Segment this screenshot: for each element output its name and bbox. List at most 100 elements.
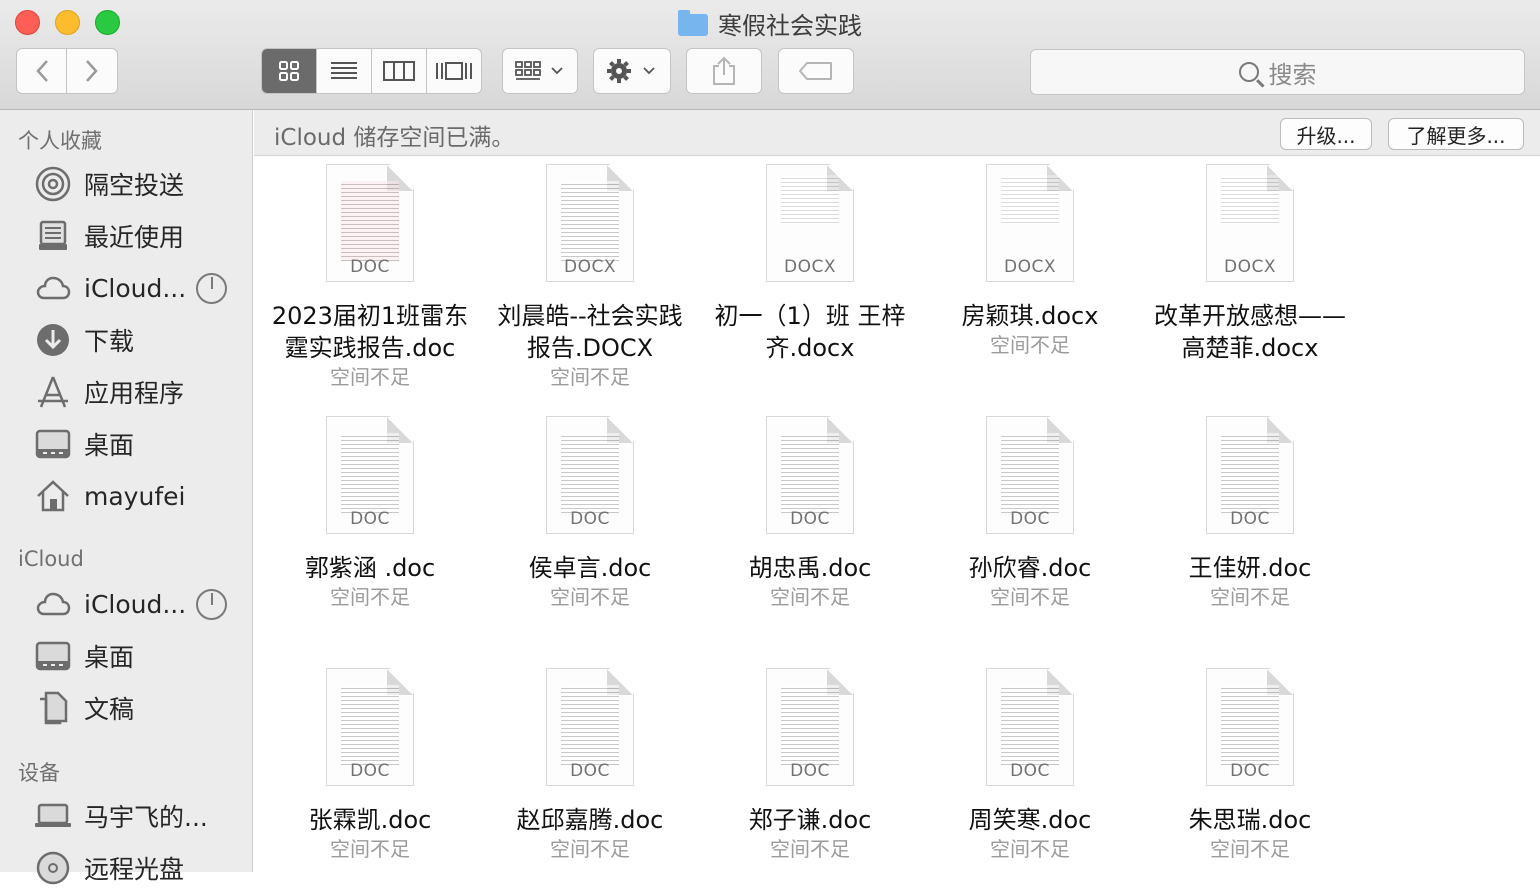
file-status: 空间不足 [330, 585, 410, 609]
documents-icon [34, 691, 72, 725]
file-name: 郑子谦.doc [748, 806, 872, 834]
docx-file-icon: DOCX [986, 164, 1074, 282]
doc-file-icon: DOC [986, 668, 1074, 786]
window-title: 寒假社会实践 [0, 6, 1540, 41]
list-view-button[interactable] [317, 49, 372, 93]
docx-file-icon: DOCX [1206, 164, 1294, 282]
arrange-dropdown[interactable] [502, 48, 578, 94]
file-type-label: DOC [790, 761, 830, 781]
laptop-icon [34, 800, 72, 832]
folder-icon [678, 10, 708, 36]
upgrade-button[interactable]: 升级... [1280, 118, 1372, 150]
file-status: 空间不足 [990, 837, 1070, 861]
file-name: 张霖凯.doc [308, 806, 432, 834]
file-item[interactable]: DOC 郑子谦.doc 空间不足 [700, 668, 920, 862]
file-type-label: DOC [1230, 509, 1270, 529]
sidebar-item-label: iCloud... [84, 273, 187, 303]
window-title-text: 寒假社会实践 [718, 12, 862, 40]
file-status: 空间不足 [1210, 837, 1290, 861]
file-item[interactable]: DOC 赵邱嘉腾.doc 空间不足 [480, 668, 700, 862]
sidebar-item-label: mayufei [84, 481, 186, 511]
tags-button[interactable] [778, 48, 854, 94]
file-name: 侯卓言.doc [528, 554, 652, 582]
file-item[interactable]: DOCX 改革开放感想—— 高楚菲.docx [1140, 164, 1360, 364]
search-placeholder: 搜索 [1268, 60, 1317, 89]
file-name: 房颖琪.docx [920, 300, 1140, 332]
sidebar-item-label: 隔空投送 [84, 171, 185, 200]
recents-icon [34, 220, 72, 252]
sidebar-item-label: 文稿 [84, 695, 135, 724]
grid-icon [279, 61, 299, 81]
file-item[interactable]: DOCX 刘晨皓--社会实践 报告.DOCX 空间不足 [480, 164, 700, 390]
file-item[interactable]: DOC 王佳妍.doc 空间不足 [1140, 416, 1360, 610]
icloud-icon [34, 272, 72, 304]
sidebar-item-macbook[interactable]: 马宇飞的... [34, 796, 244, 836]
file-type-label: DOC [1010, 509, 1050, 529]
icon-view-button[interactable] [262, 49, 317, 93]
doc-file-icon: DOC [986, 416, 1074, 534]
airdrop-icon [34, 166, 72, 202]
learn-more-button[interactable]: 了解更多... [1388, 118, 1524, 150]
file-type-label: DOC [1010, 761, 1050, 781]
file-type-label: DOC [1230, 761, 1270, 781]
file-item[interactable]: DOCX 房颖琪.docx 空间不足 [920, 164, 1140, 358]
file-name: 朱思瑞.doc [1188, 806, 1312, 834]
column-view-button[interactable] [372, 49, 427, 93]
file-name-line: 齐.docx [765, 334, 855, 362]
home-icon [34, 480, 72, 512]
storage-usage-icon [196, 589, 227, 620]
file-item[interactable]: DOC 周笑寒.doc 空间不足 [920, 668, 1140, 862]
sidebar-item-icloud-desktop[interactable]: 桌面 [34, 636, 244, 676]
file-item[interactable]: DOCX 初一（1）班 王梓 齐.docx [700, 164, 920, 364]
sidebar-item-label: 远程光盘 [84, 855, 185, 884]
cover-flow-view-button[interactable] [427, 49, 481, 93]
sidebar-item-home[interactable]: mayufei [34, 476, 244, 516]
doc-file-icon: DOC [326, 668, 414, 786]
file-name-line: 高楚菲.docx [1181, 334, 1319, 362]
sidebar-item-applications[interactable]: 应用程序 [34, 372, 244, 412]
desktop-icon [34, 428, 72, 460]
docx-file-icon: DOCX [766, 164, 854, 282]
sidebar-item-downloads[interactable]: 下载 [34, 320, 244, 360]
file-status: 空间不足 [550, 585, 630, 609]
sidebar-item-label: 下载 [84, 327, 135, 356]
forward-button[interactable] [67, 48, 118, 94]
sidebar-item-airdrop[interactable]: 隔空投送 [34, 164, 244, 204]
file-status: 空间不足 [330, 365, 410, 389]
file-type-label: DOC [350, 509, 390, 529]
file-status: 空间不足 [770, 585, 850, 609]
file-item[interactable]: DOC 胡忠禹.doc 空间不足 [700, 416, 920, 610]
file-status: 空间不足 [990, 585, 1070, 609]
file-name-line: 房颖琪.docx [961, 302, 1099, 330]
file-item[interactable]: DOC 郭紫涵 .doc 空间不足 [260, 416, 480, 610]
action-dropdown[interactable] [593, 48, 671, 94]
file-item[interactable]: DOC 朱思瑞.doc 空间不足 [1140, 668, 1360, 862]
back-button[interactable] [16, 48, 67, 94]
file-item[interactable]: DOC 2023届初1班雷东 霆实践报告.doc 空间不足 [260, 164, 480, 390]
share-button[interactable] [686, 48, 762, 94]
sidebar-item-desktop[interactable]: 桌面 [34, 424, 244, 464]
file-name-line: 报告.DOCX [526, 334, 654, 362]
search-field[interactable]: 搜索 [1030, 49, 1525, 95]
banner-message: iCloud 储存空间已满。 [274, 125, 515, 151]
sidebar-item-recents[interactable]: 最近使用 [34, 216, 244, 256]
gear-icon [607, 59, 655, 83]
sidebar-item-label: 应用程序 [84, 379, 185, 408]
file-type-label: DOC [350, 761, 390, 781]
applications-icon [34, 376, 72, 408]
icloud-icon [34, 588, 72, 620]
file-type-label: DOCX [1224, 257, 1276, 277]
sidebar-section-devices: 设备 [18, 761, 60, 785]
file-name: 王佳妍.doc [1188, 554, 1312, 582]
doc-file-icon: DOC [546, 668, 634, 786]
file-name: 改革开放感想—— 高楚菲.docx [1140, 300, 1360, 364]
file-item[interactable]: DOC 孙欣睿.doc 空间不足 [920, 416, 1140, 610]
columns-icon [383, 61, 415, 81]
file-item[interactable]: DOC 侯卓言.doc 空间不足 [480, 416, 700, 610]
sidebar-item-remote-disc[interactable]: 远程光盘 [34, 848, 244, 888]
file-name: 郭紫涵 .doc [304, 554, 436, 582]
file-name-line: 刘晨皓--社会实践 [497, 302, 683, 330]
file-item[interactable]: DOC 张霖凯.doc 空间不足 [260, 668, 480, 862]
tag-icon [799, 62, 832, 80]
sidebar-item-documents[interactable]: 文稿 [34, 688, 244, 728]
